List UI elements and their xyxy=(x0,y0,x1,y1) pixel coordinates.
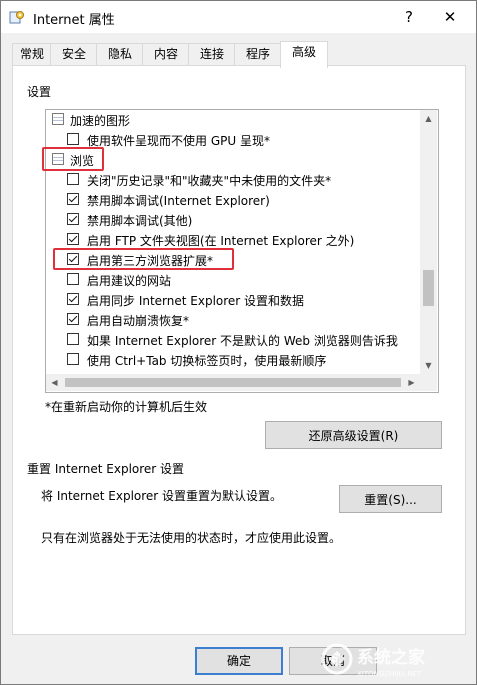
scroll-down-arrow-icon[interactable]: ▼ xyxy=(420,357,437,374)
option-label: 如果 Internet Explorer 不是默认的 Web 浏览器则告诉我 xyxy=(87,334,398,348)
option-label: 启用自动崩溃恢复* xyxy=(87,314,190,328)
highlight-browse-category xyxy=(42,147,104,171)
option-label: 禁用脚本调试(其他) xyxy=(87,214,193,228)
checkbox[interactable] xyxy=(67,213,79,225)
option-label: 使用 Ctrl+Tab 切换标签页时，使用最新顺序 xyxy=(87,354,327,368)
reset-description: 将 Internet Explorer 设置重置为默认设置。 xyxy=(41,489,283,503)
list-item[interactable]: 禁用脚本调试(Internet Explorer) xyxy=(46,190,420,210)
tab-programs[interactable]: 程序 xyxy=(234,43,282,65)
watermark-url: XITONGZHIJIA.NET xyxy=(357,670,422,678)
title-bar: Internet 属性 ? ✕ xyxy=(1,1,476,33)
list-item[interactable]: 启用 FTP 文件夹视图(在 Internet Explorer 之外) xyxy=(46,230,420,250)
internet-options-dialog: Internet 属性 ? ✕ 常规 安全 隐私 内容 连接 程序 高级 设置 … xyxy=(0,0,477,685)
checkbox[interactable] xyxy=(67,193,79,205)
tab-security[interactable]: 安全 xyxy=(50,43,98,65)
scroll-left-arrow-icon[interactable]: ◀ xyxy=(46,374,63,391)
list-item[interactable]: 启用自动崩溃恢复* xyxy=(46,310,420,330)
window-title: Internet 属性 xyxy=(33,13,115,28)
checkbox[interactable] xyxy=(67,353,79,365)
option-label: 启用 FTP 文件夹视图(在 Internet Explorer 之外) xyxy=(87,234,355,248)
restore-advanced-settings-button[interactable]: 还原高级设置(R) xyxy=(265,421,442,449)
option-label: 启用同步 Internet Explorer 设置和数据 xyxy=(87,294,305,308)
option-label: 关闭"历史记录"和"收藏夹"中未使用的文件夹* xyxy=(87,174,332,188)
option-label: 使用软件呈现而不使用 GPU 呈现* xyxy=(87,134,270,148)
list-item[interactable]: 如果 Internet Explorer 不是默认的 Web 浏览器则告诉我 xyxy=(46,330,420,350)
checkbox[interactable] xyxy=(67,313,79,325)
list-item[interactable]: 关闭"历史记录"和"收藏夹"中未使用的文件夹* xyxy=(46,170,420,190)
checkbox[interactable] xyxy=(67,133,79,145)
scrollbar-corner xyxy=(420,374,437,391)
highlight-third-party-extensions xyxy=(53,248,234,270)
scroll-right-arrow-icon[interactable]: ▶ xyxy=(403,374,420,391)
checkbox[interactable] xyxy=(67,233,79,245)
tab-connections[interactable]: 连接 xyxy=(188,43,236,65)
list-item[interactable]: 加速的图形 xyxy=(46,110,420,130)
scroll-up-arrow-icon[interactable]: ▲ xyxy=(420,110,437,127)
checkbox[interactable] xyxy=(67,173,79,185)
watermark-title: 系统之家 xyxy=(357,647,425,668)
checkbox[interactable] xyxy=(67,333,79,345)
list-item[interactable]: 使用 Ctrl+Tab 切换标签页时，使用最新顺序 xyxy=(46,350,420,370)
site-watermark: 系统之家 XITONGZHIJIA.NET xyxy=(319,641,469,681)
option-label: 禁用脚本调试(Internet Explorer) xyxy=(87,194,270,208)
list-item[interactable]: 启用同步 Internet Explorer 设置和数据 xyxy=(46,290,420,310)
ok-button[interactable]: 确定 xyxy=(195,647,283,675)
close-button[interactable]: ✕ xyxy=(437,5,463,29)
category-label: 加速的图形 xyxy=(70,114,131,128)
reset-section-heading: 重置 Internet Explorer 设置 xyxy=(27,462,185,476)
help-button[interactable]: ? xyxy=(396,5,422,29)
folder-category-icon xyxy=(52,113,64,125)
horizontal-scroll-thumb[interactable] xyxy=(65,378,401,387)
settings-gear-icon xyxy=(9,11,24,24)
list-item[interactable]: 启用建议的网站 xyxy=(46,270,420,290)
vertical-scroll-thumb[interactable] xyxy=(423,270,434,306)
list-item[interactable]: 禁用脚本调试(其他) xyxy=(46,210,420,230)
vertical-scrollbar[interactable]: ▲ ▼ xyxy=(420,110,437,374)
tab-general[interactable]: 常规 xyxy=(12,43,52,65)
checkbox[interactable] xyxy=(67,293,79,305)
horizontal-scrollbar[interactable]: ◀ ▶ xyxy=(46,374,420,391)
settings-group-label: 设置 xyxy=(27,85,52,99)
tab-privacy[interactable]: 隐私 xyxy=(96,43,144,65)
reset-button[interactable]: 重置(S)... xyxy=(339,485,442,513)
tab-advanced[interactable]: 高级 xyxy=(280,41,328,68)
restart-note: *在重新启动你的计算机后生效 xyxy=(45,400,208,414)
reset-note: 只有在浏览器处于无法使用的状态时，才应使用此设置。 xyxy=(41,531,342,545)
checkbox[interactable] xyxy=(67,273,79,285)
option-label: 启用建议的网站 xyxy=(87,274,172,288)
watermark-logo-icon: 系统之家 XITONGZHIJIA.NET xyxy=(321,643,425,678)
tab-content[interactable]: 内容 xyxy=(142,43,190,65)
